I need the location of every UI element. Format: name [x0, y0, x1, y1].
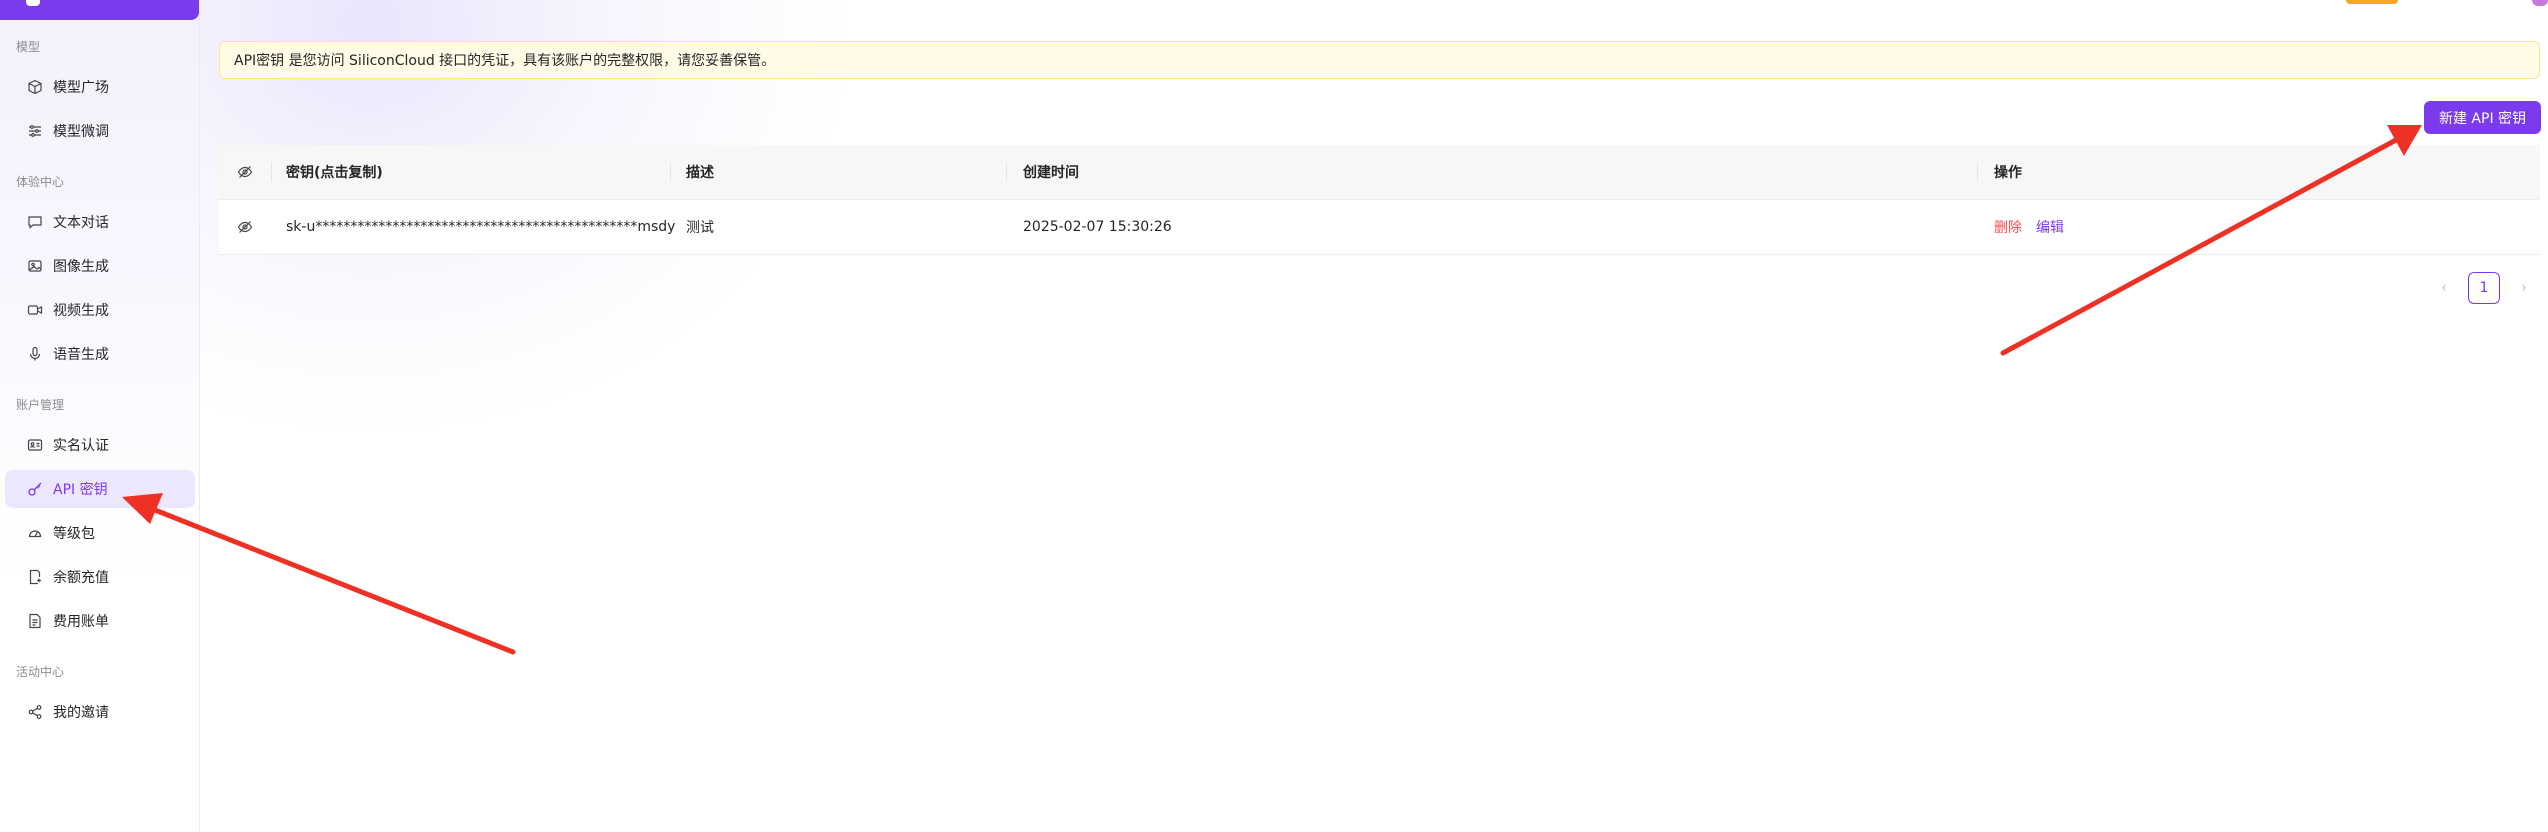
api-key-notice: API密钥 是您访问 SiliconCloud 接口的凭证，具有该账户的完整权限…	[219, 41, 2540, 79]
section-title-activity: 活动中心	[16, 665, 65, 679]
sidebar-item-label: 等级包	[53, 526, 95, 542]
table-row: sk-u************************************…	[219, 200, 2540, 255]
sidebar-item-label: 文本对话	[53, 215, 109, 231]
sidebar-item-billing[interactable]: 费用账单	[5, 602, 195, 640]
sidebar-item-label: 模型微调	[53, 124, 109, 140]
column-header-key: 密钥(点击复制)	[286, 165, 383, 181]
sidebar-item-video-gen[interactable]: 视频生成	[5, 291, 195, 329]
sidebar-item-level-pack[interactable]: 等级包	[5, 514, 195, 552]
id-card-icon	[27, 437, 43, 453]
edit-key-link[interactable]: 编辑	[2036, 217, 2064, 237]
sidebar-item-recharge[interactable]: 余额充值	[5, 558, 195, 596]
sidebar-item-label: 我的邀请	[53, 705, 109, 721]
sidebar-item-voice-gen[interactable]: 语音生成	[5, 335, 195, 373]
sidebar-item-label: API 密钥	[53, 482, 108, 498]
sidebar-item-label: 模型广场	[53, 80, 109, 96]
sidebar-item-image-gen[interactable]: 图像生成	[5, 247, 195, 285]
sidebar-item-api-keys[interactable]: API 密钥	[5, 470, 195, 508]
key-description: 测试	[686, 220, 714, 236]
microphone-icon	[27, 346, 43, 362]
table-header: 密钥(点击复制) 描述 创建时间 操作	[219, 145, 2540, 200]
key-created-time: 2025-02-07 15:30:26	[1023, 219, 1172, 235]
sidebar-item-real-name[interactable]: 实名认证	[5, 426, 195, 464]
sidebar-item-model-square[interactable]: 模型广场	[5, 68, 195, 106]
row-eye-toggle-icon[interactable]	[219, 200, 271, 254]
share-icon	[27, 704, 43, 720]
column-header-description: 描述	[686, 165, 714, 181]
chat-bubble-icon	[27, 214, 43, 230]
api-keys-table: 密钥(点击复制) 描述 创建时间 操作 sk-u****************…	[219, 145, 2540, 255]
eye-toggle-icon[interactable]	[219, 145, 271, 199]
sidebar: 模型 模型广场 模型微调 体验中心 文本对话 图像生成 视频生成 语音生成 账户…	[0, 0, 200, 832]
key-icon	[27, 481, 43, 497]
pagination: ‹ 1 ›	[2428, 272, 2540, 304]
bill-icon	[27, 613, 43, 629]
recharge-icon	[27, 569, 43, 585]
column-header-created: 创建时间	[1023, 165, 1079, 181]
new-api-key-button[interactable]: 新建 API 密钥	[2424, 101, 2541, 134]
sidebar-item-label: 实名认证	[53, 438, 109, 454]
image-icon	[27, 258, 43, 274]
row-actions: 删除 编辑	[1994, 200, 2064, 254]
delete-key-link[interactable]: 删除	[1994, 217, 2022, 237]
gauge-icon	[27, 525, 43, 541]
prev-page-button[interactable]: ‹	[2428, 272, 2460, 304]
sidebar-item-label: 视频生成	[53, 303, 109, 319]
sidebar-item-text-chat[interactable]: 文本对话	[5, 203, 195, 241]
sidebar-item-label: 费用账单	[53, 614, 109, 630]
column-header-actions: 操作	[1994, 165, 2022, 181]
sidebar-item-my-invites[interactable]: 我的邀请	[5, 693, 195, 731]
api-key-value[interactable]: sk-u************************************…	[286, 200, 675, 254]
page-1-button[interactable]: 1	[2468, 272, 2500, 304]
section-title-account: 账户管理	[16, 398, 65, 412]
next-page-button[interactable]: ›	[2508, 272, 2540, 304]
cube-icon	[27, 79, 43, 95]
avatar[interactable]	[2532, 0, 2548, 6]
section-title-experience: 体验中心	[16, 175, 65, 189]
notice-text: API密钥 是您访问 SiliconCloud 接口的凭证，具有该账户的完整权限…	[234, 53, 776, 69]
video-camera-icon	[27, 302, 43, 318]
section-title-model: 模型	[16, 40, 41, 54]
annotation-arrows	[122, 125, 2422, 655]
sliders-icon	[27, 123, 43, 139]
logo-tab[interactable]	[0, 0, 199, 20]
sidebar-item-model-finetune[interactable]: 模型微调	[5, 112, 195, 150]
sidebar-item-label: 图像生成	[53, 259, 109, 275]
sidebar-item-label: 余额充值	[53, 570, 109, 586]
sidebar-item-label: 语音生成	[53, 347, 109, 363]
